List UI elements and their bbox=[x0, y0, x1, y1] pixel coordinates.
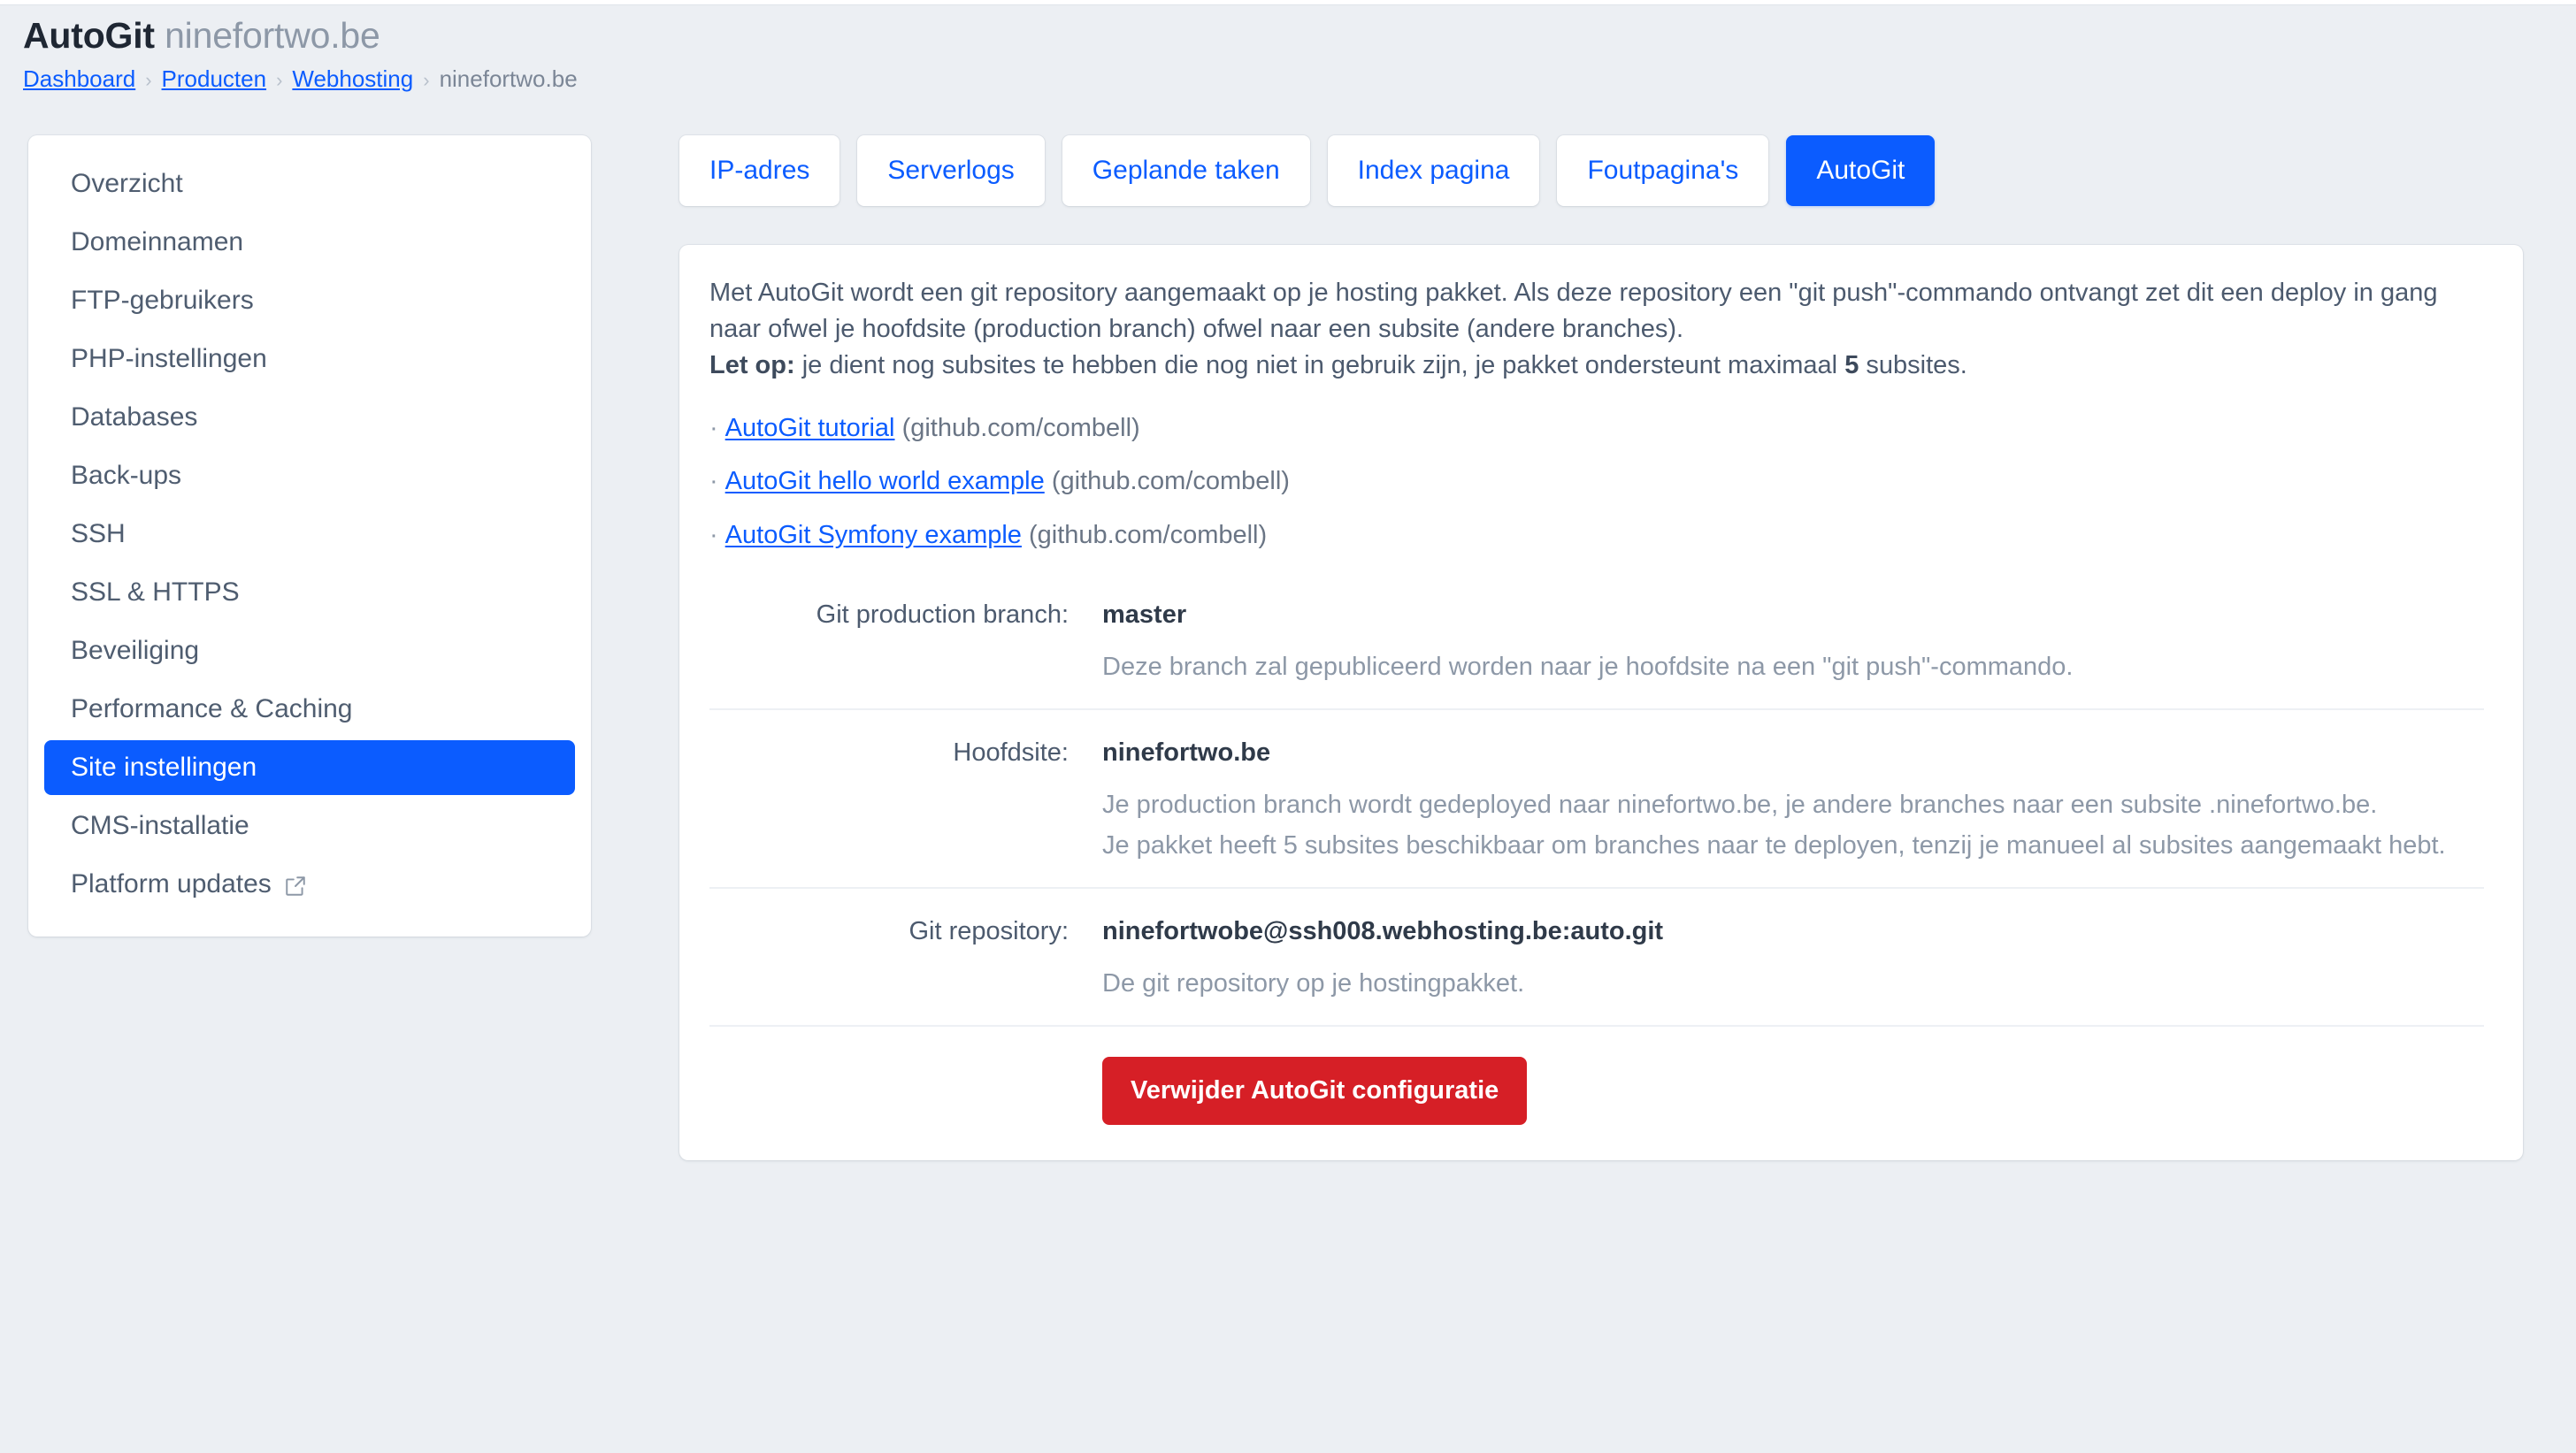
setting-label: Hoofdsite: bbox=[953, 738, 1069, 768]
sidebar-item-label: Performance & Caching bbox=[71, 694, 353, 724]
sidebar-item-beveiliging[interactable]: Beveiliging bbox=[44, 623, 575, 678]
main-content: IP-adres Serverlogs Geplande taken Index… bbox=[679, 135, 2523, 1161]
sidebar-item-overzicht[interactable]: Overzicht bbox=[44, 157, 575, 211]
tab-label: Geplande taken bbox=[1092, 156, 1280, 186]
link-autogit-tutorial[interactable]: AutoGit tutorial bbox=[725, 414, 895, 442]
sidebar-item-domeinnamen[interactable]: Domeinnamen bbox=[44, 215, 575, 270]
setting-value-wrapper: ninefortwo.be Je production branch wordt… bbox=[1102, 735, 2484, 864]
resource-link-list: · AutoGit tutorial (github.com/combell) ·… bbox=[709, 411, 2484, 554]
setting-row-git-repository: Git repository: ninefortwobe@ssh008.webh… bbox=[709, 887, 2484, 1025]
sidebar-item-ftp-gebruikers[interactable]: FTP-gebruikers bbox=[44, 273, 575, 328]
breadcrumb-current: ninefortwo.be bbox=[439, 65, 578, 92]
sidebar-item-label: SSL & HTTPS bbox=[71, 577, 240, 608]
tab-label: IP-adres bbox=[709, 156, 810, 186]
sidebar-item-back-ups[interactable]: Back-ups bbox=[44, 448, 575, 503]
list-item: · AutoGit tutorial (github.com/combell) bbox=[709, 411, 2484, 446]
panel-footer-actions: Verwijder AutoGit configuratie bbox=[709, 1025, 2484, 1126]
setting-help-line: Je pakket heeft 5 subsites beschikbaar o… bbox=[1102, 831, 2446, 860]
tab-bar: IP-adres Serverlogs Geplande taken Index… bbox=[679, 135, 2523, 207]
setting-label: Git repository: bbox=[908, 917, 1070, 946]
tab-geplande-taken[interactable]: Geplande taken bbox=[1062, 135, 1310, 207]
link-autogit-symfony-example[interactable]: AutoGit Symfony example bbox=[725, 521, 1022, 549]
tab-label: Foutpagina's bbox=[1587, 156, 1739, 186]
sidebar-item-label: Databases bbox=[71, 402, 198, 432]
sidebar-item-ssh[interactable]: SSH bbox=[44, 507, 575, 562]
delete-autogit-config-button[interactable]: Verwijder AutoGit configuratie bbox=[1102, 1057, 1528, 1126]
setting-value-wrapper: master Deze branch zal gepubliceerd word… bbox=[1102, 597, 2484, 685]
breadcrumb-separator-icon: › bbox=[276, 68, 283, 91]
autogit-note-text-2: subsites. bbox=[1859, 351, 1967, 380]
setting-help-line: De git repository op je hostingpakket. bbox=[1102, 969, 1525, 998]
page-header: AutoGit ninefortwo.be Dashboard › Produc… bbox=[0, 5, 2576, 93]
setting-value-wrapper: ninefortwobe@ssh008.webhosting.be:auto.g… bbox=[1102, 914, 2484, 1002]
setting-row-git-production-branch: Git production branch: master Deze branc… bbox=[709, 574, 2484, 708]
link-source-label: (github.com/combell) bbox=[901, 413, 1140, 442]
sidebar-item-databases[interactable]: Databases bbox=[44, 390, 575, 445]
sidebar-item-label: Site instellingen bbox=[71, 753, 257, 783]
tab-serverlogs[interactable]: Serverlogs bbox=[857, 135, 1045, 207]
link-source-label: (github.com/combell) bbox=[1051, 467, 1290, 496]
autogit-intro-paragraph: Met AutoGit wordt een git repository aan… bbox=[709, 275, 2484, 385]
bullet-icon: · bbox=[709, 413, 718, 442]
sidebar-item-label: PHP-instellingen bbox=[71, 344, 267, 374]
breadcrumb-separator-icon: › bbox=[423, 68, 430, 91]
setting-row-hoofdsite: Hoofdsite: ninefortwo.be Je production b… bbox=[709, 708, 2484, 887]
sidebar-item-label: Overzicht bbox=[71, 169, 183, 199]
sidebar-item-label: CMS-installatie bbox=[71, 811, 249, 841]
setting-help-line: Je production branch wordt gedeployed na… bbox=[1102, 791, 2378, 820]
page-title-product: AutoGit bbox=[23, 15, 155, 56]
sidebar-item-label: SSH bbox=[71, 519, 126, 549]
tab-foutpaginas[interactable]: Foutpagina's bbox=[1557, 135, 1769, 207]
autogit-note-text-1: je dient nog subsites te hebben die nog … bbox=[794, 351, 1845, 380]
sidebar-item-label: FTP-gebruikers bbox=[71, 286, 254, 316]
sidebar-item-platform-updates[interactable]: Platform updates bbox=[44, 857, 575, 912]
setting-help-text: Deze branch zal gepubliceerd worden naar… bbox=[1102, 648, 2469, 685]
setting-value: ninefortwobe@ssh008.webhosting.be:auto.g… bbox=[1102, 917, 1664, 946]
breadcrumb: Dashboard › Producten › Webhosting › nin… bbox=[23, 65, 2576, 93]
external-link-icon bbox=[284, 875, 307, 898]
autogit-settings-list: Git production branch: master Deze branc… bbox=[709, 574, 2484, 1126]
list-item: · AutoGit Symfony example (github.com/com… bbox=[709, 518, 2484, 553]
page-title: AutoGit ninefortwo.be bbox=[23, 15, 2576, 57]
link-source-label: (github.com/combell) bbox=[1029, 521, 1268, 550]
sidebar-item-label: Domeinnamen bbox=[71, 227, 244, 257]
autogit-note-subsite-count: 5 bbox=[1844, 351, 1859, 380]
bullet-icon: · bbox=[709, 467, 718, 496]
autogit-panel: Met AutoGit wordt een git repository aan… bbox=[679, 245, 2523, 1161]
sidebar-item-label: Beveiliging bbox=[71, 636, 200, 666]
setting-value: master bbox=[1102, 600, 1187, 630]
bullet-icon: · bbox=[709, 521, 718, 550]
setting-help-line: Deze branch zal gepubliceerd worden naar… bbox=[1102, 653, 2074, 682]
breadcrumb-separator-icon: › bbox=[145, 68, 152, 91]
tab-label: AutoGit bbox=[1816, 156, 1905, 186]
sidebar-item-site-instellingen[interactable]: Site instellingen bbox=[44, 740, 575, 796]
tab-autogit[interactable]: AutoGit bbox=[1786, 135, 1936, 207]
breadcrumb-link-producten[interactable]: Producten bbox=[162, 65, 267, 93]
setting-label: Git production branch: bbox=[816, 600, 1069, 630]
breadcrumb-link-dashboard[interactable]: Dashboard bbox=[23, 65, 135, 93]
sidebar-nav: Overzicht Domeinnamen FTP-gebruikers PHP… bbox=[28, 135, 591, 937]
sidebar-item-cms-installatie[interactable]: CMS-installatie bbox=[44, 799, 575, 853]
setting-value: ninefortwo.be bbox=[1102, 738, 1271, 768]
autogit-note-label: Let op: bbox=[709, 351, 795, 380]
page-layout: Overzicht Domeinnamen FTP-gebruikers PHP… bbox=[0, 93, 2576, 1161]
sidebar-item-label: Back-ups bbox=[71, 461, 182, 491]
sidebar-item-ssl-https[interactable]: SSL & HTTPS bbox=[44, 565, 575, 620]
sidebar-item-label: Platform updates bbox=[71, 869, 272, 899]
tab-label: Index pagina bbox=[1357, 156, 1510, 186]
tab-index-pagina[interactable]: Index pagina bbox=[1327, 135, 1540, 207]
link-autogit-hello-world-example[interactable]: AutoGit hello world example bbox=[725, 467, 1045, 495]
autogit-intro-text: Met AutoGit wordt een git repository aan… bbox=[709, 279, 2438, 344]
tab-ip-adres[interactable]: IP-adres bbox=[679, 135, 840, 207]
list-item: · AutoGit hello world example (github.com… bbox=[709, 464, 2484, 499]
setting-help-text: Je production branch wordt gedeployed na… bbox=[1102, 786, 2469, 864]
sidebar-item-performance-caching[interactable]: Performance & Caching bbox=[44, 682, 575, 737]
page-title-domain: ninefortwo.be bbox=[154, 15, 380, 56]
sidebar-item-php-instellingen[interactable]: PHP-instellingen bbox=[44, 332, 575, 386]
tab-label: Serverlogs bbox=[887, 156, 1015, 186]
setting-help-text: De git repository op je hostingpakket. bbox=[1102, 965, 2469, 1002]
breadcrumb-link-webhosting[interactable]: Webhosting bbox=[292, 65, 413, 93]
